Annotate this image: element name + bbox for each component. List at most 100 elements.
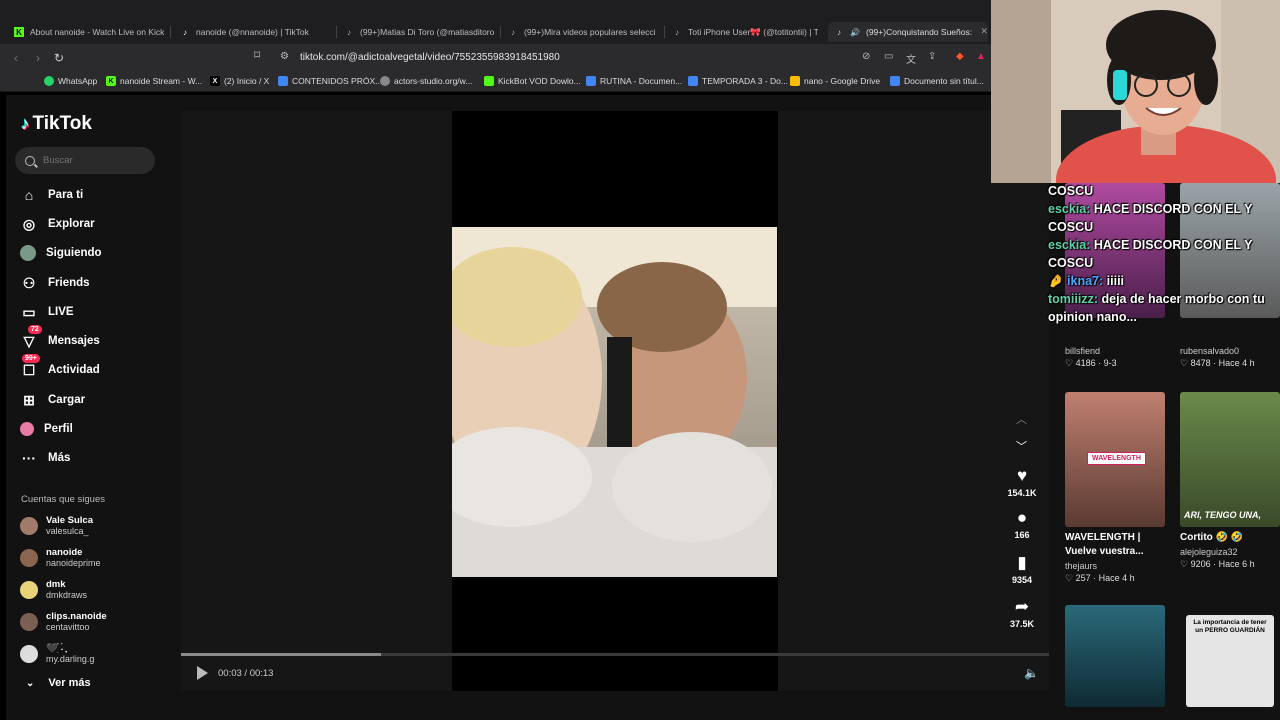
- bookmark-item[interactable]: TEMPORADA 3 - Do...: [688, 76, 788, 86]
- progress-bar[interactable]: [181, 653, 1049, 656]
- nav-label: Actividad: [48, 364, 100, 376]
- browser-tab[interactable]: K About nanoide - Watch Live on Kick: [14, 22, 164, 42]
- nav-item-friends[interactable]: ⚇ Friends: [20, 271, 170, 295]
- browser-tab[interactable]: ♪ nanoide (@nnanoide) | TikTok: [180, 22, 330, 42]
- bookmark-label: WhatsApp: [58, 76, 98, 86]
- kick-icon: K: [106, 76, 116, 86]
- live-icon: ▭: [22, 303, 36, 320]
- nav-item-live[interactable]: ▭ LIVE: [20, 300, 170, 324]
- browser-tab[interactable]: ♪ (99+)Mira videos populares seleccio: [508, 22, 656, 42]
- account-handle: my.darling.g: [46, 654, 95, 664]
- following-icon: [20, 245, 36, 261]
- webcam-image: [991, 0, 1280, 183]
- card-meta: ♡ 257 · Hace 4 h: [1065, 573, 1165, 584]
- browser-tab[interactable]: ♪ Toti iPhone User🎀 (@totitontii) | Tik: [672, 22, 818, 42]
- nav-label: Cargar: [48, 394, 86, 406]
- bookmark-item[interactable]: RUTINA - Documen...: [586, 76, 682, 86]
- chevron-up-icon[interactable]: ︿: [1016, 411, 1027, 427]
- search-box[interactable]: [15, 147, 155, 174]
- bookmark-item[interactable]: WhatsApp: [44, 76, 97, 86]
- followed-account[interactable]: 🖤ִ֗ ࣪˖ ִֶָ my.darling.g: [20, 643, 94, 665]
- chat-message: esckia: HACE DISCORD CON EL Y COSCU: [1048, 200, 1280, 236]
- tab-separator: [336, 26, 337, 38]
- bookmark-item[interactable]: K nanoide Stream - W...: [106, 76, 202, 86]
- bookmark-item[interactable]: nano - Google Drive: [790, 76, 880, 86]
- upload-icon: ⊞: [23, 391, 35, 408]
- address-bar[interactable]: ⌑ ⚙ tiktok.com/@adictoalvegetal/video/75…: [248, 46, 992, 70]
- card-meta-text: 9206 · Hace 6 h: [1190, 559, 1255, 569]
- nav-item-mas[interactable]: ··· Más: [20, 446, 170, 470]
- share-button[interactable]: ➦ 37.5K: [1005, 597, 1039, 629]
- video-card[interactable]: [1065, 605, 1165, 707]
- chevron-down-icon[interactable]: ﹀: [1016, 438, 1027, 454]
- nav-item-perfil[interactable]: Perfil: [20, 417, 170, 441]
- play-icon[interactable]: [197, 666, 208, 680]
- tiktok-page: ♪ TikTok ⌂ Para ti ◎ Explorar Siguiendo …: [6, 95, 1049, 720]
- bookmark-item[interactable]: CONTENIDOS PRÓX...: [278, 76, 382, 86]
- brave-rewards-icon[interactable]: ▲: [976, 51, 986, 62]
- browser-tab[interactable]: ♪ (99+)Matias Di Toro (@matiasditoro: [344, 22, 494, 42]
- translate-icon[interactable]: 文: [906, 51, 916, 66]
- followed-account[interactable]: nanoide nanoideprime: [20, 547, 101, 569]
- nav-item-explorar[interactable]: ◎ Explorar: [20, 212, 170, 236]
- account-handle: dmkdraws: [46, 590, 88, 600]
- video-card[interactable]: WAVELENGTH WAVELENGTH | Vuelve vuestra..…: [1065, 392, 1165, 584]
- tab-title: (99+)Matias Di Toro (@matiasditoro: [360, 27, 494, 37]
- chevron-down-icon: ⌄: [26, 677, 35, 689]
- volume-icon[interactable]: 🔈: [1024, 666, 1039, 680]
- card-meta: ♡ 8478 · Hace 4 h: [1180, 358, 1280, 369]
- followed-account[interactable]: dmk dmkdraws: [20, 579, 87, 601]
- video-player[interactable]: 00:03 / 00:13 🔈: [181, 111, 1049, 691]
- nav-item-siguiendo[interactable]: Siguiendo: [20, 241, 170, 265]
- share-icon[interactable]: ⇪: [928, 51, 936, 62]
- save-count: 9354: [1011, 575, 1033, 585]
- nav-item-cargar[interactable]: ⊞ Cargar: [20, 388, 170, 412]
- followed-account[interactable]: clips.nanoide centavittoo: [20, 611, 107, 633]
- site-info-icon[interactable]: ⚙: [280, 51, 289, 62]
- see-more-button[interactable]: ⌄ Ver más: [24, 677, 91, 689]
- card-meta-text: 4186 · 9-3: [1075, 358, 1117, 368]
- see-more-label: Ver más: [48, 677, 91, 689]
- nav-label: LIVE: [48, 306, 74, 318]
- card-user: thejaurs: [1065, 561, 1098, 571]
- reload-icon[interactable]: ↻: [54, 51, 64, 65]
- video-card[interactable]: ARI, TENGO UNA, Cortito 🤣 🤣 alejoleguiza…: [1180, 392, 1280, 570]
- progress-fill: [181, 653, 381, 656]
- bookmark-label: CONTENIDOS PRÓX...: [292, 76, 383, 86]
- account-name: clips.nanoide: [46, 611, 107, 622]
- nav-item-actividad[interactable]: ☐ 99+ Actividad: [20, 354, 170, 382]
- video-card[interactable]: La importancia de tener un PERRO GUARDIÁ…: [1186, 615, 1280, 707]
- bookmark-item[interactable]: Documento sin títul...: [890, 76, 984, 86]
- brave-shield-icon[interactable]: ◆: [956, 51, 964, 62]
- chat-message: tomiiizz: deja de hacer morbo con tu opi…: [1048, 290, 1280, 326]
- video-frame[interactable]: [452, 227, 777, 577]
- video-image: [452, 227, 777, 577]
- like-button[interactable]: ♥ 154.1K: [1005, 466, 1039, 498]
- browser-tab-active[interactable]: ♪ 🔊 (99+)Conquistando Sueños: ✕: [828, 22, 988, 42]
- comment-button[interactable]: ● 166: [1005, 508, 1039, 540]
- save-button[interactable]: ▮ 9354: [1005, 553, 1039, 585]
- no-cast-icon[interactable]: ⊘: [862, 51, 870, 62]
- forward-icon[interactable]: ›: [36, 51, 40, 65]
- back-icon[interactable]: ‹: [14, 51, 18, 65]
- tiktok-icon: ♪: [837, 27, 841, 37]
- install-icon[interactable]: ▭: [884, 51, 893, 62]
- heart-outline-icon: ♡: [1065, 573, 1076, 583]
- search-input[interactable]: [43, 155, 143, 166]
- nav-label: Friends: [48, 277, 90, 289]
- nav-item-para-ti[interactable]: ⌂ Para ti: [20, 183, 170, 207]
- account-handle: valesulca_: [46, 526, 89, 536]
- close-tab-icon[interactable]: ✕: [980, 26, 988, 37]
- bookmark-item[interactable]: actors-studio.org/w...: [380, 76, 472, 86]
- nav-item-mensajes[interactable]: ▽ 72 Mensajes: [20, 325, 170, 353]
- bookmark-label: nano - Google Drive: [804, 76, 881, 86]
- bookmark-icon[interactable]: ⌑: [254, 48, 260, 62]
- bookmark-item[interactable]: X (2) Inicio / X: [210, 76, 269, 86]
- nav-label: Mensajes: [48, 335, 100, 347]
- tiktok-logo[interactable]: ♪ TikTok: [21, 113, 92, 135]
- followed-account[interactable]: Vale Sulca valesulca_: [20, 515, 93, 537]
- share-count: 37.5K: [1009, 619, 1035, 629]
- bookmark-label: (2) Inicio / X: [224, 76, 270, 86]
- bookmark-item[interactable]: KickBot VOD Dowlo...: [484, 76, 581, 86]
- card-meta-text: 257 · Hace 4 h: [1075, 573, 1135, 583]
